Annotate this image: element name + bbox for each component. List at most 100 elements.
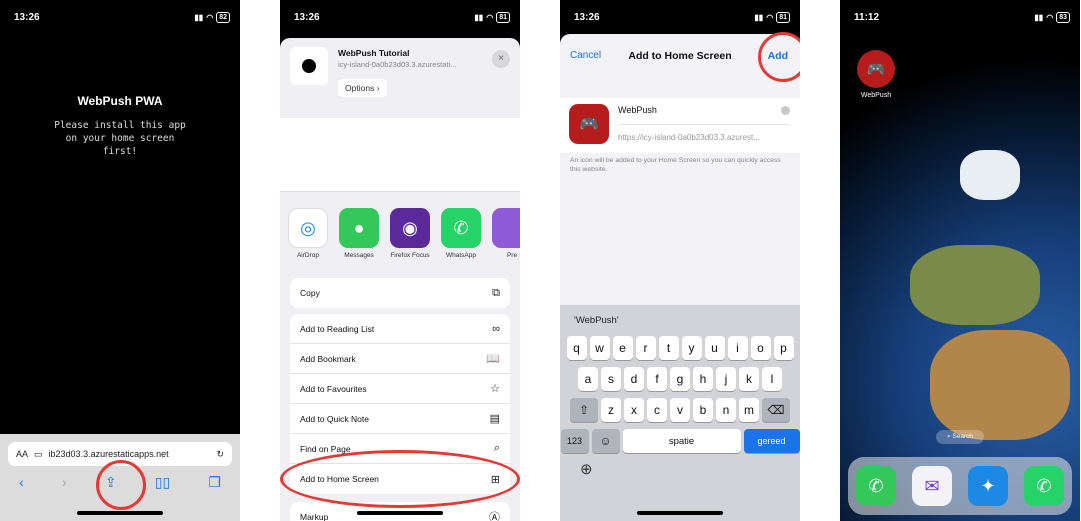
key-v[interactable]: v — [670, 398, 690, 422]
key-z[interactable]: z — [601, 398, 621, 422]
action-label: Add to Favourites — [300, 383, 367, 394]
whatsapp-icon[interactable]: ✆ — [1024, 466, 1064, 506]
action-add-bookmark[interactable]: Add Bookmark 📖 — [290, 344, 510, 374]
key-t[interactable]: t — [658, 336, 679, 360]
gamepad-icon: 🎮 — [857, 50, 895, 88]
key-i[interactable]: i — [727, 336, 748, 360]
clear-icon[interactable] — [781, 106, 790, 115]
key-a[interactable]: a — [578, 367, 598, 391]
webpush-app-icon[interactable]: 🎮 WebPush — [856, 50, 896, 99]
key-q[interactable]: q — [566, 336, 587, 360]
search-button[interactable]: ⌕ Search — [936, 430, 984, 444]
reload-icon[interactable]: ↻ — [216, 449, 224, 460]
share-app-whatsapp[interactable]: ✆ WhatsApp — [441, 208, 481, 259]
key-x[interactable]: x — [624, 398, 644, 422]
firefox-focus-icon: ◉ — [390, 208, 430, 248]
safari-icon[interactable]: ✦ — [968, 466, 1008, 506]
done-key[interactable]: gereed — [743, 429, 800, 453]
key-k[interactable]: k — [739, 367, 759, 391]
clock: 13:26 — [574, 12, 600, 23]
status-bar: 13:26 ▮▮ ◠ 81 — [280, 0, 520, 36]
shift-key[interactable]: ⇧ — [570, 398, 598, 422]
safari-page-panel: 13:26 ▮▮ ◠ 82 WebPush PWA Please install… — [0, 0, 240, 521]
back-icon[interactable]: ‹ — [19, 474, 24, 491]
key-b[interactable]: b — [693, 398, 713, 422]
key-s[interactable]: s — [601, 367, 621, 391]
key-g[interactable]: g — [670, 367, 690, 391]
status-icons: ▮▮ ◠ 81 — [754, 12, 790, 23]
action-add-to-favourites[interactable]: Add to Favourites ☆ — [290, 374, 510, 404]
signal-icon: ▮▮ — [194, 13, 204, 22]
text-size-button[interactable]: AA — [16, 449, 28, 459]
action-add-to-reading-list[interactable]: Add to Reading List ∞ — [290, 314, 510, 344]
airdrop-icon: ◎ — [288, 208, 328, 248]
book-icon: 📖 — [486, 353, 500, 365]
key-row: ⇧ zxcvbnm ⌫ — [560, 398, 800, 422]
key-e[interactable]: e — [612, 336, 633, 360]
app-label: AirDrop — [296, 252, 320, 259]
home-indicator — [637, 511, 723, 515]
markup-icon: Ⓐ — [489, 512, 500, 521]
key-d[interactable]: d — [624, 367, 644, 391]
status-icons: ▮▮ ◠ 82 — [194, 12, 230, 23]
key-r[interactable]: r — [635, 336, 656, 360]
share-apps-row: ◎ AirDrop ● Messages ◉ Firefox Focus ✆ W… — [288, 208, 520, 259]
key-row: 123 ☺ spatie gereed — [560, 429, 800, 453]
key-u[interactable]: u — [704, 336, 725, 360]
key-w[interactable]: w — [589, 336, 610, 360]
key-h[interactable]: h — [693, 367, 713, 391]
tabs-icon[interactable]: ❐ — [208, 474, 221, 491]
key-l[interactable]: l — [762, 367, 782, 391]
site-url: icy-island-0a0b23d03.3.azurestati... — [338, 60, 457, 69]
space-key[interactable]: spatie — [622, 429, 741, 453]
forward-icon[interactable]: › — [62, 474, 67, 491]
name-field[interactable]: WebPush — [618, 105, 790, 125]
clock: 11:12 — [854, 12, 880, 23]
key-f[interactable]: f — [647, 367, 667, 391]
extension-icon[interactable]: ▭ — [34, 449, 43, 460]
highlight-circle — [280, 450, 520, 508]
key-y[interactable]: y — [681, 336, 702, 360]
globe-icon[interactable]: ⊕ — [560, 460, 800, 478]
key-n[interactable]: n — [716, 398, 736, 422]
earth-landmass — [910, 245, 1040, 325]
earth-landmass — [930, 330, 1070, 440]
home-indicator — [77, 511, 163, 515]
numbers-key[interactable]: 123 — [560, 429, 589, 453]
earth-ice — [960, 150, 1020, 200]
key-j[interactable]: j — [716, 367, 736, 391]
key-c[interactable]: c — [647, 398, 667, 422]
close-icon[interactable]: × — [492, 50, 510, 68]
share-app-more[interactable]: Pre — [492, 208, 520, 259]
app-label: WhatsApp — [446, 252, 476, 259]
battery-icon: 81 — [776, 12, 790, 23]
action-label: Find on Page — [300, 443, 351, 454]
emoji-key[interactable]: ☺ — [591, 429, 620, 453]
hint-text: An icon will be added to your Home Scree… — [570, 157, 781, 173]
options-button[interactable]: Options › — [338, 79, 387, 97]
mail-icon[interactable]: ✉ — [912, 466, 952, 506]
app-label: Pre — [506, 252, 518, 259]
battery-icon: 83 — [1056, 12, 1070, 23]
bookmarks-icon[interactable]: ▯▯ — [155, 474, 170, 491]
clock: 13:26 — [14, 12, 40, 23]
share-app-messages[interactable]: ● Messages — [339, 208, 379, 259]
glasses-icon: ∞ — [492, 322, 500, 335]
share-app-airdrop[interactable]: ◎ AirDrop — [288, 208, 328, 259]
highlight-circle — [758, 32, 800, 82]
key-o[interactable]: o — [750, 336, 771, 360]
status-bar: 13:26 ▮▮ ◠ 82 — [0, 0, 240, 36]
delete-key[interactable]: ⌫ — [762, 398, 790, 422]
suggestion-item[interactable]: 'WebPush' — [574, 315, 619, 326]
app-label: Firefox Focus — [390, 252, 430, 259]
share-app-firefox-focus[interactable]: ◉ Firefox Focus — [390, 208, 430, 259]
key-p[interactable]: p — [773, 336, 794, 360]
copy-action[interactable]: Copy ⧉ — [290, 278, 510, 308]
action-add-to-quick-note[interactable]: Add to Quick Note ▤ — [290, 404, 510, 434]
clock: 13:26 — [294, 12, 320, 23]
signal-icon: ▮▮ — [1034, 13, 1044, 22]
app-icon — [492, 208, 520, 248]
action-label: Add Bookmark — [300, 353, 356, 364]
phone-icon[interactable]: ✆ — [856, 466, 896, 506]
key-m[interactable]: m — [739, 398, 759, 422]
